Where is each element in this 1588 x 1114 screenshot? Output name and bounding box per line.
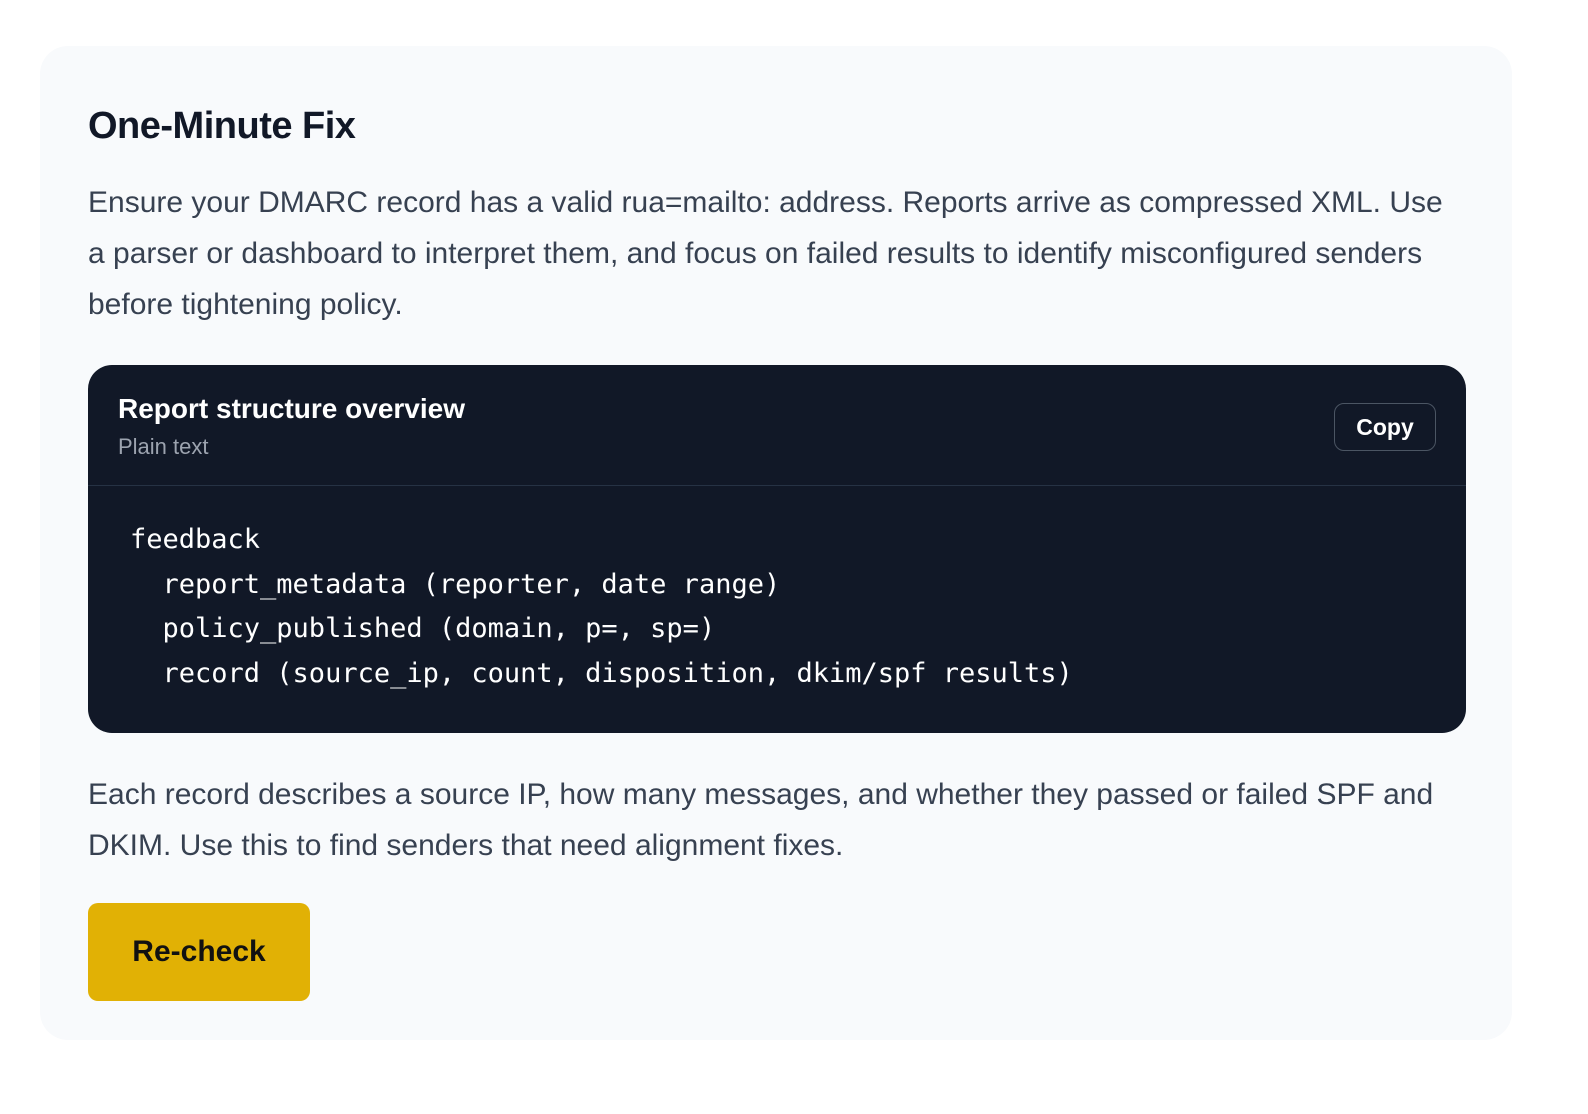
code-block-body: feedback report_metadata (reporter, date…: [88, 486, 1466, 696]
code-line: feedback: [130, 524, 261, 555]
code-line: record (source_ip, count, disposition, d…: [130, 657, 1073, 689]
outro-paragraph: Each record describes a source IP, how m…: [88, 778, 1434, 862]
section-title: One-Minute Fix: [88, 105, 356, 147]
code-block-title: Report structure overview: [118, 393, 465, 424]
intro-paragraph: Ensure your DMARC record has a valid rua…: [88, 186, 1443, 321]
code-line: policy_published (domain, p=, sp=): [130, 613, 716, 644]
code-line: report_metadata (reporter, date range): [130, 568, 781, 600]
copy-button[interactable]: Copy: [1334, 403, 1436, 451]
code-block-header: Report structure overview Plain text Cop…: [88, 365, 1466, 486]
code-block: Report structure overview Plain text Cop…: [88, 365, 1466, 733]
recheck-button[interactable]: Re-check: [88, 903, 310, 1001]
one-minute-fix-card: One-Minute Fix Ensure your DMARC record …: [40, 46, 1512, 1040]
code-block-language: Plain text: [118, 434, 209, 459]
